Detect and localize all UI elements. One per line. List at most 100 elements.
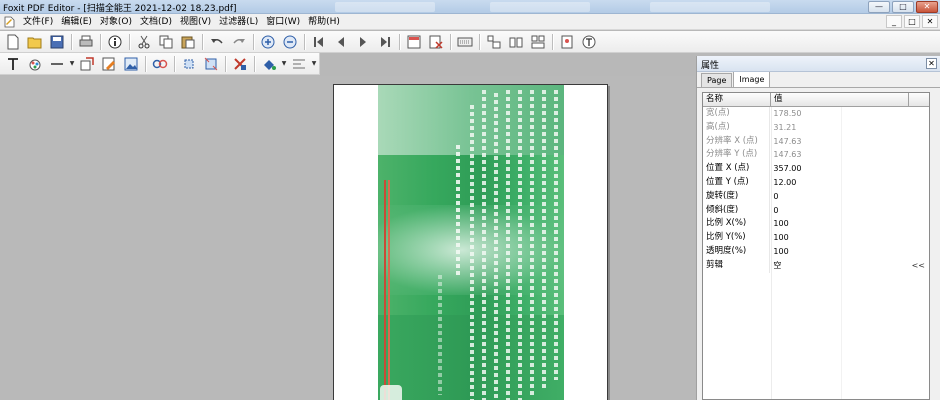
- column-header-value[interactable]: 值: [771, 93, 909, 106]
- clip-edit-button[interactable]: <<: [912, 259, 925, 272]
- resize-icon[interactable]: [201, 55, 221, 73]
- property-row[interactable]: 剪辑 空 <<: [703, 258, 929, 273]
- page-properties-icon[interactable]: [557, 33, 577, 51]
- menu-file[interactable]: 文件(F): [19, 15, 57, 29]
- cut-icon[interactable]: [134, 33, 154, 51]
- menu-help[interactable]: 帮助(H): [304, 15, 344, 29]
- document-workspace[interactable]: [0, 76, 695, 400]
- edit-image-icon[interactable]: [99, 55, 119, 73]
- new-icon[interactable]: [3, 33, 23, 51]
- property-value-input[interactable]: 0: [770, 190, 929, 204]
- property-name: 旋转(度): [703, 189, 771, 204]
- property-row[interactable]: 比例 X(%) 100: [703, 217, 929, 232]
- info-icon[interactable]: [105, 33, 125, 51]
- last-page-icon[interactable]: [375, 33, 395, 51]
- maximize-button[interactable]: □: [892, 1, 914, 13]
- dropdown-arrow-icon[interactable]: ▼: [310, 55, 318, 73]
- property-row[interactable]: 倾斜(度) 0: [703, 203, 929, 218]
- line-tool-icon[interactable]: [47, 55, 67, 73]
- doc-restore-button[interactable]: □: [904, 15, 920, 28]
- property-row[interactable]: 旋转(度) 0: [703, 189, 929, 204]
- property-value: 178.50: [773, 109, 802, 118]
- menu-object[interactable]: 对象(O): [96, 15, 136, 29]
- prev-page-icon[interactable]: [331, 33, 351, 51]
- next-page-icon[interactable]: [353, 33, 373, 51]
- undo-icon[interactable]: [207, 33, 227, 51]
- property-value-input[interactable]: 100: [770, 245, 929, 259]
- text-tool-icon[interactable]: [3, 55, 23, 73]
- property-name: 分辨率 X (点): [703, 134, 771, 149]
- object-toolbar: ▼ ▼ ▼: [0, 53, 320, 75]
- minimize-button[interactable]: —: [868, 1, 890, 13]
- window-title: Foxit PDF Editor - [扫描全能王 2021-12-02 18.…: [3, 4, 237, 14]
- crop-icon[interactable]: [179, 55, 199, 73]
- property-value-input[interactable]: 100: [770, 217, 929, 231]
- panel-close-button[interactable]: ✕: [926, 58, 937, 69]
- image-tool-icon[interactable]: [121, 55, 141, 73]
- text-column: [456, 145, 460, 275]
- insert-page-icon[interactable]: [404, 33, 424, 51]
- property-name: 宽(点): [703, 107, 771, 121]
- print-icon[interactable]: [76, 33, 96, 51]
- paste-icon[interactable]: [178, 33, 198, 51]
- delete-page-icon[interactable]: [426, 33, 446, 51]
- column-header-extra: [909, 93, 929, 106]
- group-icon[interactable]: [528, 33, 548, 51]
- property-value-input[interactable]: 357.00: [770, 162, 929, 176]
- property-name: 位置 X (点): [703, 162, 771, 176]
- menu-window[interactable]: 窗口(W): [262, 15, 304, 29]
- zoom-out-icon[interactable]: [280, 33, 300, 51]
- property-value-input[interactable]: 0: [770, 204, 929, 218]
- pdf-page[interactable]: [333, 84, 608, 400]
- toolbar-separator: [145, 55, 146, 72]
- align-icon[interactable]: [484, 33, 504, 51]
- property-value-input[interactable]: 12.00: [770, 176, 929, 190]
- text-mode-icon[interactable]: [579, 33, 599, 51]
- fill-color-icon[interactable]: [259, 55, 279, 73]
- save-icon[interactable]: [47, 33, 67, 51]
- menu-view[interactable]: 视图(V): [176, 15, 215, 29]
- first-page-icon[interactable]: [309, 33, 329, 51]
- property-row: 分辨率 Y (点) 147.63: [703, 148, 929, 163]
- menu-edit[interactable]: 编辑(E): [57, 15, 96, 29]
- doc-close-button[interactable]: ✕: [922, 15, 938, 28]
- property-value-input[interactable]: 空 <<: [770, 259, 929, 273]
- redo-icon[interactable]: [229, 33, 249, 51]
- link-tool-icon[interactable]: [150, 55, 170, 73]
- property-row[interactable]: 比例 Y(%) 100: [703, 231, 929, 245]
- text-column: [554, 90, 558, 380]
- red-stripe: [384, 180, 386, 400]
- menu-document[interactable]: 文档(D): [136, 15, 176, 29]
- toolbar-separator: [129, 33, 130, 50]
- clip-value: 空: [773, 260, 782, 270]
- shape-tool-icon[interactable]: [77, 55, 97, 73]
- dropdown-arrow-icon[interactable]: ▼: [280, 55, 288, 73]
- property-row[interactable]: 透明度(%) 100: [703, 244, 929, 259]
- doc-minimize-button[interactable]: _: [886, 15, 902, 28]
- distribute-icon[interactable]: [506, 33, 526, 51]
- text-column: [482, 90, 486, 400]
- menu-filter[interactable]: 过滤器(L): [215, 15, 262, 29]
- delete-object-icon[interactable]: [230, 55, 250, 73]
- toolbar-separator: [71, 33, 72, 50]
- property-value-input[interactable]: 100: [770, 231, 929, 245]
- tab-page[interactable]: Page: [701, 73, 733, 87]
- keyboard-icon[interactable]: [455, 33, 475, 51]
- close-button[interactable]: ✕: [916, 1, 938, 13]
- column-header-name[interactable]: 名称: [703, 93, 771, 106]
- main-toolbar: [0, 31, 940, 53]
- property-row[interactable]: 位置 X (点) 357.00: [703, 162, 929, 176]
- scanned-image[interactable]: [378, 85, 564, 400]
- toolbar-separator: [253, 33, 254, 50]
- property-row[interactable]: 位置 Y (点) 12.00: [703, 175, 929, 190]
- app-doc-icon[interactable]: [2, 15, 16, 29]
- zoom-in-icon[interactable]: [258, 33, 278, 51]
- copy-icon[interactable]: [156, 33, 176, 51]
- color-tool-icon[interactable]: [25, 55, 45, 73]
- dropdown-arrow-icon[interactable]: ▼: [68, 55, 76, 73]
- tab-image[interactable]: Image: [733, 71, 771, 87]
- open-icon[interactable]: [25, 33, 45, 51]
- stroke-color-icon[interactable]: [289, 55, 309, 73]
- toolbar-separator: [450, 33, 451, 50]
- property-name: 分辨率 Y (点): [703, 148, 771, 163]
